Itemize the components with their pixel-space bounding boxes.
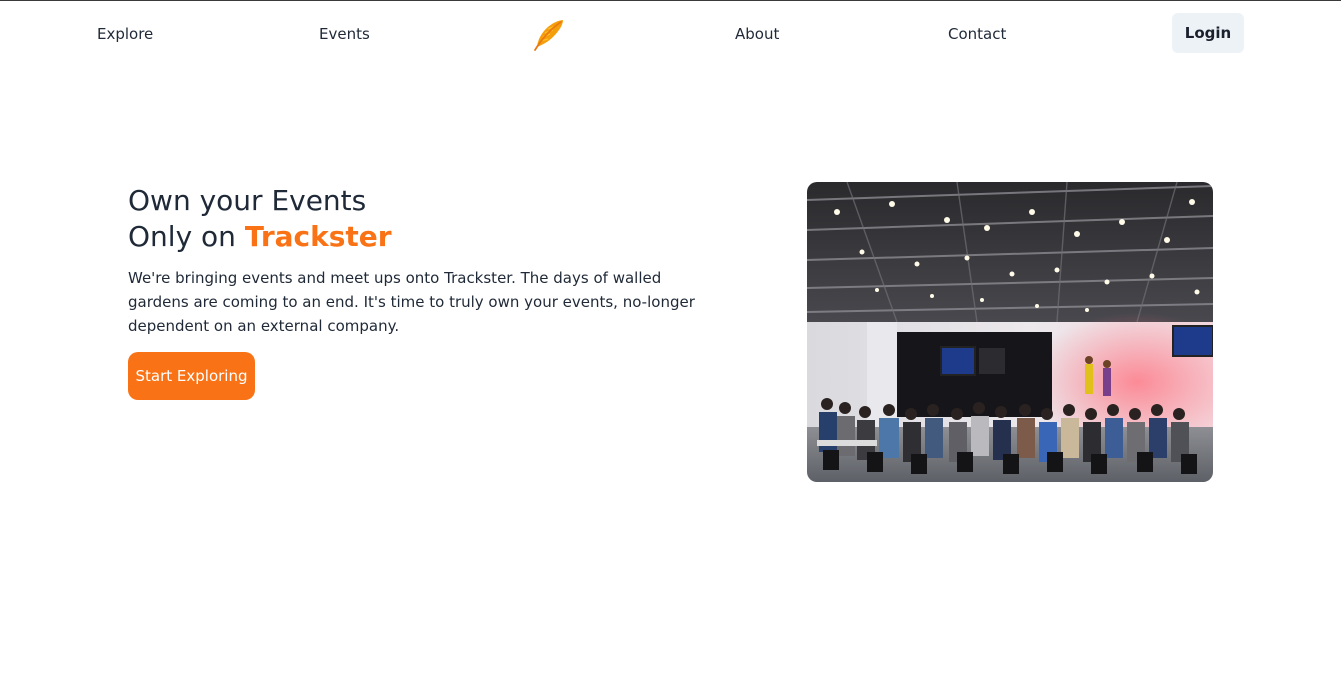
event-photo xyxy=(807,182,1213,482)
login-button[interactable]: Login xyxy=(1172,13,1244,53)
nav-link-explore[interactable]: Explore xyxy=(97,25,153,43)
headline-line-2-prefix: Only on xyxy=(128,220,245,253)
nav-link-events[interactable]: Events xyxy=(319,25,370,43)
nav-link-about[interactable]: About xyxy=(735,25,779,43)
hero-section: Own your Events Only on Trackster We're … xyxy=(128,183,718,400)
hero-headline: Own your Events Only on Trackster xyxy=(128,183,718,255)
top-navigation: Explore Events About Contact Login xyxy=(0,1,1341,67)
feather-icon[interactable] xyxy=(530,17,568,53)
brand-name: Trackster xyxy=(244,220,392,253)
headline-line-1: Own your Events xyxy=(128,184,367,217)
headline-line-2: Only on Trackster xyxy=(128,219,718,255)
hero-description: We're bringing events and meet ups onto … xyxy=(128,269,695,335)
start-exploring-button[interactable]: Start Exploring xyxy=(128,352,255,400)
nav-link-contact[interactable]: Contact xyxy=(948,25,1006,43)
